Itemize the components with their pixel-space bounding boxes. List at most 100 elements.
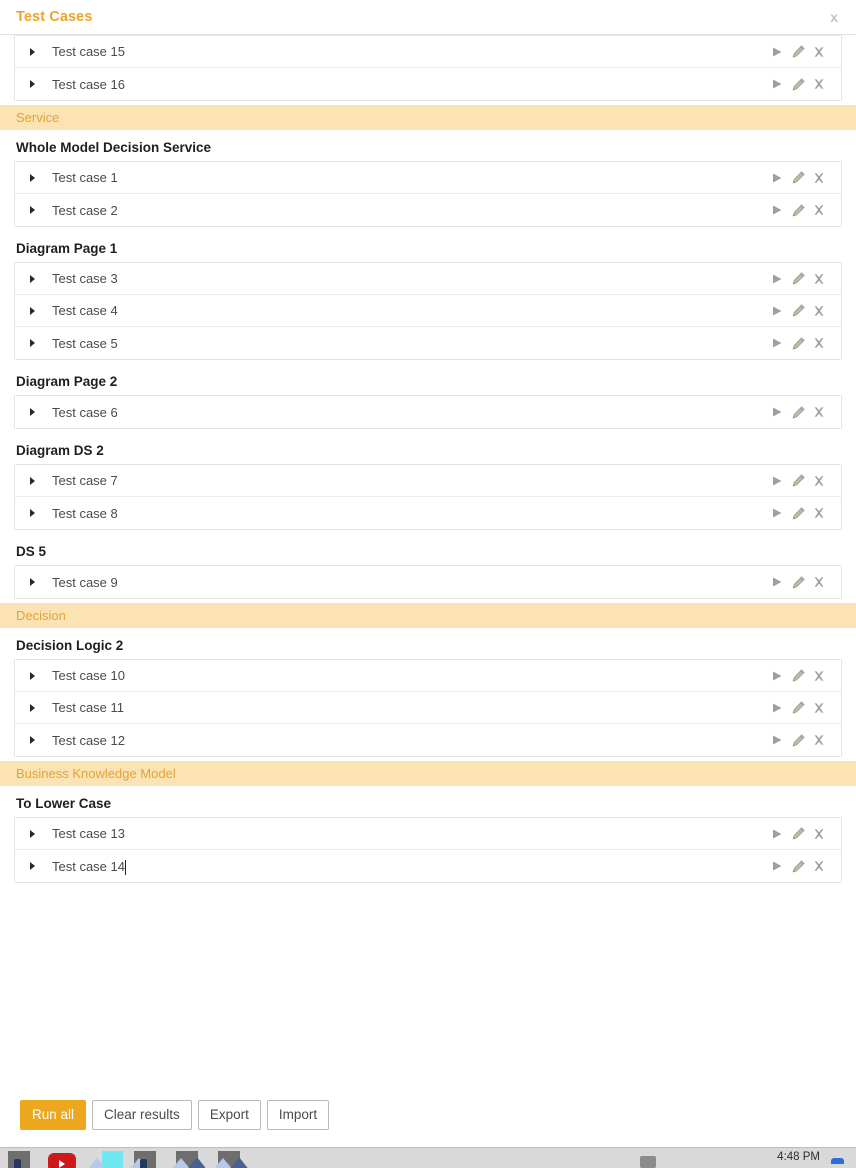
- table-row[interactable]: Test case 15: [15, 36, 841, 68]
- delete-icon[interactable]: [811, 271, 827, 287]
- delete-icon[interactable]: [811, 732, 827, 748]
- test-case-name[interactable]: Test case 16: [49, 77, 769, 92]
- delete-icon[interactable]: [811, 574, 827, 590]
- run-icon[interactable]: [769, 202, 785, 218]
- edit-icon[interactable]: [790, 335, 806, 351]
- table-row[interactable]: Test case 6: [15, 396, 841, 428]
- delete-icon[interactable]: [811, 826, 827, 842]
- table-row[interactable]: Test case 4: [15, 295, 841, 327]
- taskbar-item-youtube[interactable]: [42, 1151, 84, 1168]
- chevron-right-icon[interactable]: [15, 80, 49, 88]
- taskbar-item-app-6[interactable]: [210, 1151, 252, 1168]
- table-row[interactable]: Test case 13: [15, 818, 841, 850]
- run-icon[interactable]: [769, 505, 785, 521]
- edit-icon[interactable]: [790, 303, 806, 319]
- run-all-button[interactable]: Run all: [20, 1099, 87, 1131]
- table-row[interactable]: Test case 10: [15, 660, 841, 692]
- chevron-right-icon[interactable]: [15, 703, 49, 712]
- table-row[interactable]: Test case 1: [15, 162, 841, 194]
- table-row[interactable]: Test case 12: [15, 724, 841, 756]
- run-icon[interactable]: [769, 473, 785, 489]
- edit-icon[interactable]: [790, 505, 806, 521]
- table-row[interactable]: Test case 9: [15, 566, 841, 598]
- run-icon[interactable]: [769, 668, 785, 684]
- taskbar-tray-icon[interactable]: [831, 1158, 844, 1164]
- edit-icon[interactable]: [790, 668, 806, 684]
- test-case-name[interactable]: Test case 15: [49, 44, 769, 59]
- test-case-name[interactable]: Test case 9: [49, 575, 769, 590]
- delete-icon[interactable]: [811, 170, 827, 186]
- chevron-right-icon[interactable]: [15, 274, 49, 283]
- run-icon[interactable]: [769, 826, 785, 842]
- delete-icon[interactable]: [811, 202, 827, 218]
- taskbar-item-window[interactable]: [0, 1151, 42, 1168]
- edit-icon[interactable]: [790, 271, 806, 287]
- edit-icon[interactable]: [790, 202, 806, 218]
- close-icon[interactable]: x: [826, 8, 842, 26]
- table-row[interactable]: Test case 7: [15, 465, 841, 497]
- delete-icon[interactable]: [811, 700, 827, 716]
- delete-icon[interactable]: [811, 303, 827, 319]
- edit-icon[interactable]: [790, 404, 806, 420]
- run-icon[interactable]: [769, 44, 785, 60]
- export-button[interactable]: Export: [197, 1099, 261, 1131]
- test-case-name[interactable]: Test case 12: [49, 733, 769, 748]
- run-icon[interactable]: [769, 732, 785, 748]
- run-icon[interactable]: [769, 574, 785, 590]
- test-case-name[interactable]: Test case 3: [49, 271, 769, 286]
- delete-icon[interactable]: [811, 335, 827, 351]
- import-button[interactable]: Import: [266, 1099, 330, 1131]
- chevron-right-icon[interactable]: [15, 173, 49, 182]
- test-case-name[interactable]: Test case 4: [49, 303, 769, 318]
- run-icon[interactable]: [769, 170, 785, 186]
- table-row[interactable]: Test case 14: [15, 850, 841, 882]
- edit-icon[interactable]: [790, 44, 806, 60]
- edit-icon[interactable]: [790, 732, 806, 748]
- test-case-name[interactable]: Test case 6: [49, 405, 769, 420]
- chevron-right-icon[interactable]: [15, 206, 49, 214]
- test-case-name[interactable]: Test case 11: [49, 700, 769, 715]
- delete-icon[interactable]: [811, 858, 827, 874]
- chevron-right-icon[interactable]: [15, 408, 49, 416]
- table-row[interactable]: Test case 3: [15, 263, 841, 295]
- edit-icon[interactable]: [790, 170, 806, 186]
- chevron-right-icon[interactable]: [15, 671, 49, 680]
- taskbar-tray-item[interactable]: [640, 1156, 656, 1168]
- chevron-right-icon[interactable]: [15, 862, 49, 870]
- edit-icon[interactable]: [790, 858, 806, 874]
- chevron-right-icon[interactable]: [15, 578, 49, 586]
- chevron-right-icon[interactable]: [15, 47, 49, 56]
- taskbar-item-photos-cyan[interactable]: [84, 1151, 126, 1168]
- chevron-right-icon[interactable]: [15, 736, 49, 744]
- test-case-name[interactable]: Test case 1: [49, 170, 769, 185]
- run-icon[interactable]: [769, 303, 785, 319]
- delete-icon[interactable]: [811, 473, 827, 489]
- table-row[interactable]: Test case 8: [15, 497, 841, 529]
- edit-icon[interactable]: [790, 473, 806, 489]
- delete-icon[interactable]: [811, 505, 827, 521]
- chevron-right-icon[interactable]: [15, 339, 49, 347]
- test-case-name[interactable]: Test case 13: [49, 826, 769, 841]
- run-icon[interactable]: [769, 76, 785, 92]
- delete-icon[interactable]: [811, 44, 827, 60]
- clear-results-button[interactable]: Clear results: [92, 1099, 192, 1131]
- test-case-name[interactable]: Test case 14: [49, 859, 769, 875]
- edit-icon[interactable]: [790, 826, 806, 842]
- delete-icon[interactable]: [811, 76, 827, 92]
- edit-icon[interactable]: [790, 700, 806, 716]
- run-icon[interactable]: [769, 271, 785, 287]
- test-case-name[interactable]: Test case 8: [49, 506, 769, 521]
- taskbar-clock[interactable]: 4:48 PM: [777, 1151, 820, 1163]
- chevron-right-icon[interactable]: [15, 476, 49, 485]
- table-row[interactable]: Test case 11: [15, 692, 841, 724]
- chevron-right-icon[interactable]: [15, 509, 49, 517]
- edit-icon[interactable]: [790, 76, 806, 92]
- table-row[interactable]: Test case 16: [15, 68, 841, 100]
- edit-icon[interactable]: [790, 574, 806, 590]
- taskbar-item-app-4[interactable]: [126, 1151, 168, 1168]
- test-case-name[interactable]: Test case 2: [49, 203, 769, 218]
- test-case-name[interactable]: Test case 5: [49, 336, 769, 351]
- run-icon[interactable]: [769, 404, 785, 420]
- delete-icon[interactable]: [811, 404, 827, 420]
- run-icon[interactable]: [769, 335, 785, 351]
